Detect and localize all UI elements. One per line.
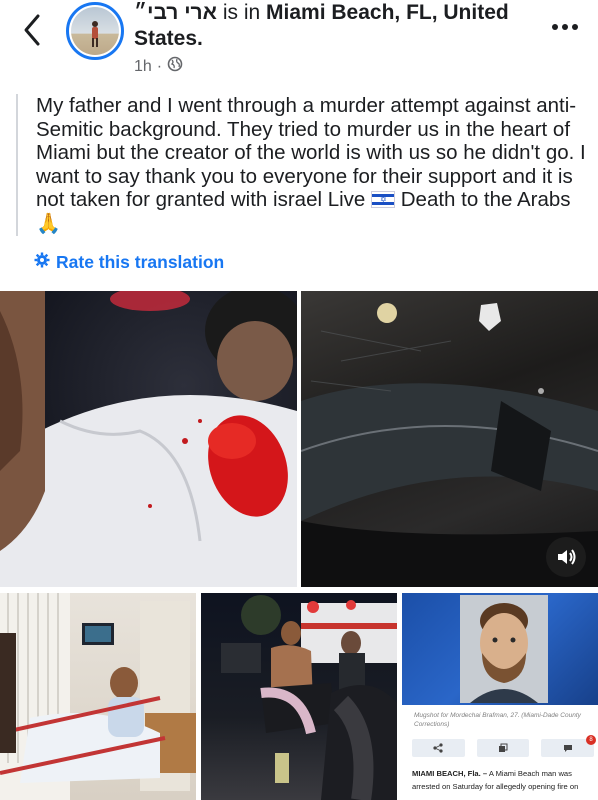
post-header: ארי רבי״ is in Miami Beach, FL, United S…: [0, 0, 598, 92]
israel-flag-icon: ✡: [371, 191, 396, 208]
globe-icon: [167, 56, 183, 77]
mugshot-image: [460, 595, 548, 703]
rate-translation-link[interactable]: Rate this translation: [34, 252, 224, 273]
photo-injured-shirt[interactable]: [0, 291, 297, 587]
post-text-end: Death to the Arabs: [400, 188, 571, 211]
news-body: MIAMI BEACH, Fla. – A Miami Beach man wa…: [412, 767, 598, 793]
post-meta: 1h ·: [134, 56, 183, 77]
post-time[interactable]: 1h: [134, 58, 152, 76]
news-caption: Mugshot for Mordechai Brafman, 27. (Miam…: [414, 712, 581, 728]
more-dots-icon[interactable]: [550, 20, 580, 34]
photo-ambulance-scene[interactable]: [201, 593, 397, 800]
gear-icon: [34, 252, 50, 273]
location-prefix: is in: [222, 1, 261, 24]
rate-translation-label: Rate this translation: [56, 252, 225, 272]
photo-hospital-bed[interactable]: [0, 593, 196, 800]
share-icon[interactable]: [412, 739, 465, 757]
avatar-image: [71, 7, 119, 55]
news-share-row: [412, 739, 595, 757]
avatar[interactable]: [66, 2, 124, 60]
news-header-image: [402, 593, 598, 705]
post-author-line: ארי רבי״ is in Miami Beach, FL, United S…: [134, 0, 534, 52]
news-dateline: MIAMI BEACH, Fla. –: [412, 769, 488, 778]
pray-emoji: 🙏: [36, 212, 61, 235]
notification-badge: 8: [586, 735, 596, 745]
meta-separator: ·: [156, 57, 163, 75]
chevron-left-icon[interactable]: [18, 12, 48, 48]
speaker-icon[interactable]: [546, 537, 586, 577]
news-article-screenshot[interactable]: Mugshot for Mordechai Brafman, 27. (Miam…: [402, 593, 598, 800]
author-name[interactable]: ארי רבי״: [134, 1, 217, 24]
copy-icon[interactable]: [476, 739, 530, 757]
post-body: My father and I went through a murder at…: [16, 94, 588, 236]
